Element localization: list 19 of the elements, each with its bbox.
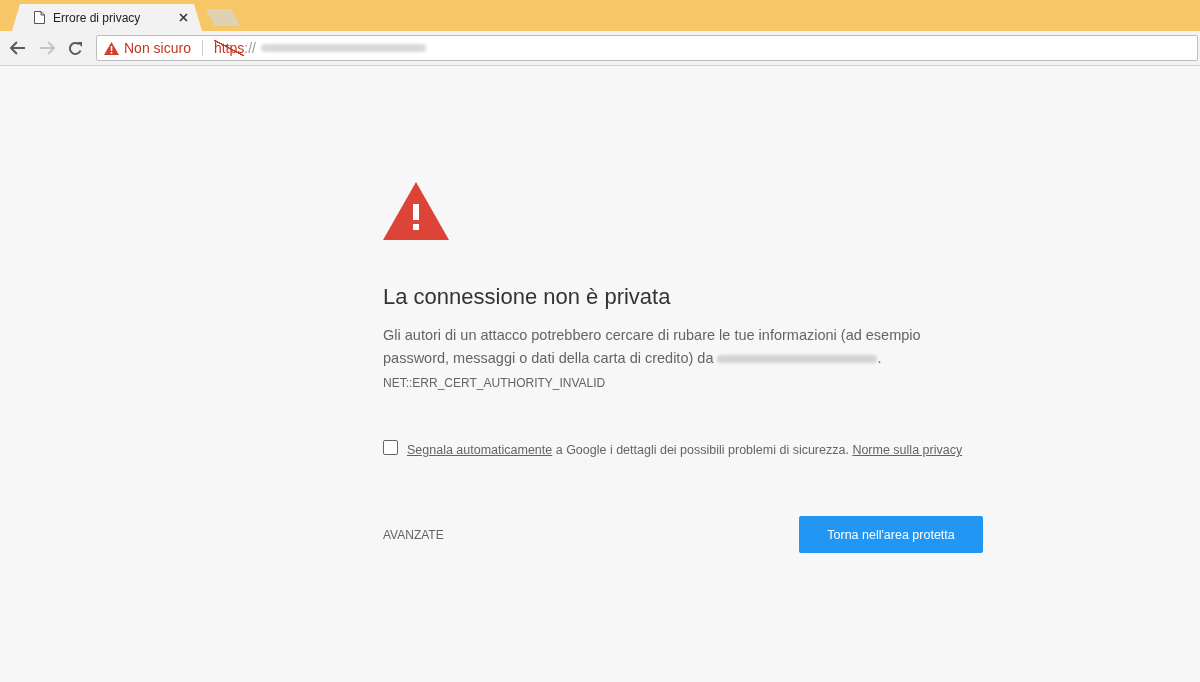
report-link[interactable]: Segnala automaticamente — [407, 443, 553, 457]
warning-icon — [104, 41, 119, 55]
browser-tab[interactable]: Errore di privacy — [12, 4, 202, 31]
url-separator: :// — [244, 40, 256, 56]
report-text: Segnala automaticamente a Google i dettagli dei possibili problemi di sicurezza. Norme sulla privacy — [407, 442, 963, 459]
error-heading: La connessione non è privata — [383, 284, 672, 310]
tab-title: Errore di privacy — [53, 10, 142, 25]
warning-icon — [383, 182, 449, 240]
security-label: Non sicuro — [124, 40, 191, 56]
error-message: Gli autori di un attacco potrebbero cercare di rubare le tue informazioni (ad esempio password, messaggi o dati della carta di credito) da . — [383, 326, 922, 368]
error-code: NET::ERR_CERT_AUTHORITY_INVALID — [383, 376, 607, 390]
reload-icon[interactable] — [68, 40, 83, 56]
back-icon[interactable] — [10, 41, 26, 55]
page-icon — [34, 11, 45, 24]
back-to-safety-button[interactable]: Torna nell'area protetta — [799, 516, 983, 553]
report-checkbox[interactable] — [383, 440, 398, 455]
privacy-link[interactable]: Norme sulla privacy — [852, 443, 963, 457]
close-icon[interactable] — [179, 13, 188, 22]
advanced-button[interactable]: AVANZATE — [383, 527, 444, 542]
